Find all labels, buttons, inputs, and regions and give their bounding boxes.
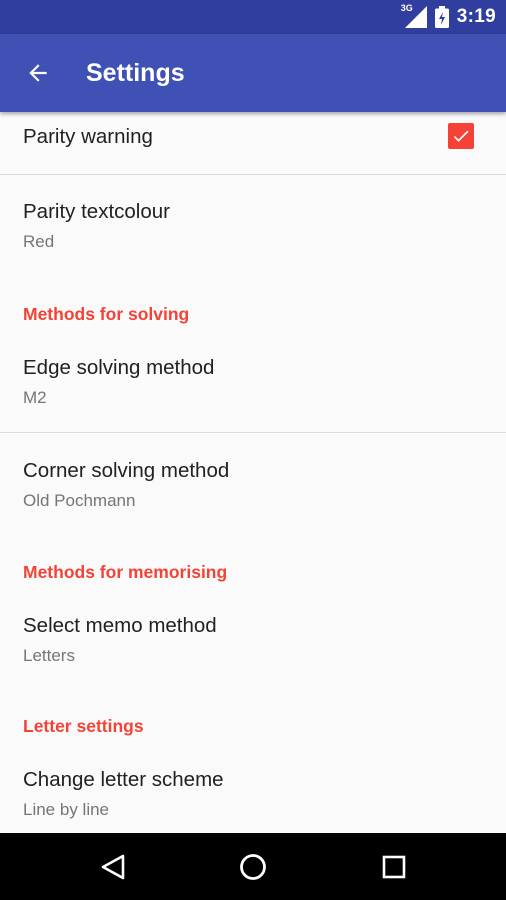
signal-icon: 3G: [400, 3, 427, 28]
pref-corner-solving-method[interactable]: Corner solving method Old Pochmann: [0, 433, 506, 533]
parity-warning-checkbox[interactable]: [448, 123, 474, 149]
pref-parity-textcolour[interactable]: Parity textcolour Red: [0, 175, 506, 275]
pref-summary: Letters: [23, 646, 75, 665]
pref-parity-warning[interactable]: Parity warning: [0, 112, 506, 174]
pref-title: Select memo method: [23, 614, 217, 637]
app-bar: Settings: [0, 34, 506, 112]
pref-title: Parity textcolour: [23, 200, 170, 223]
back-button[interactable]: [18, 53, 58, 93]
settings-list: Parity warning Parity textcolour Red Met…: [0, 112, 506, 833]
network-type-label: 3G: [400, 3, 413, 13]
pref-change-letter-scheme[interactable]: Change letter scheme Line by line: [0, 750, 506, 833]
status-time: 3:19: [456, 6, 496, 27]
status-bar: 3G 3:19: [0, 0, 506, 34]
category-methods-solving: Methods for solving: [23, 304, 190, 324]
pref-select-memo-method[interactable]: Select memo method Letters: [0, 596, 506, 692]
pref-summary: Red: [23, 232, 55, 251]
pref-summary: Line by line: [23, 800, 110, 819]
navigation-bar: [0, 833, 506, 900]
nav-back-button[interactable]: [95, 849, 131, 885]
recents-icon: [382, 855, 406, 879]
pref-title: Change letter scheme: [23, 768, 224, 791]
pref-title: Corner solving method: [23, 459, 230, 482]
pref-edge-solving-method[interactable]: Edge solving method M2: [0, 338, 506, 432]
pref-title: Parity warning: [23, 125, 153, 148]
nav-recents-button[interactable]: [376, 849, 412, 885]
category-methods-memorising: Methods for memorising: [23, 562, 228, 582]
check-icon: [453, 130, 469, 142]
pref-summary: M2: [23, 388, 47, 407]
pref-summary: Old Pochmann: [23, 491, 136, 510]
home-icon: [240, 854, 266, 880]
category-letter-settings: Letter settings: [23, 716, 144, 736]
page-title: Settings: [86, 59, 185, 87]
battery-icon: [434, 6, 449, 28]
arrow-back-icon: [29, 64, 47, 82]
status-icons: 3G 3:19: [401, 0, 496, 34]
nav-home-button[interactable]: [235, 849, 271, 885]
pref-title: Edge solving method: [23, 356, 215, 379]
back-icon: [101, 854, 125, 880]
